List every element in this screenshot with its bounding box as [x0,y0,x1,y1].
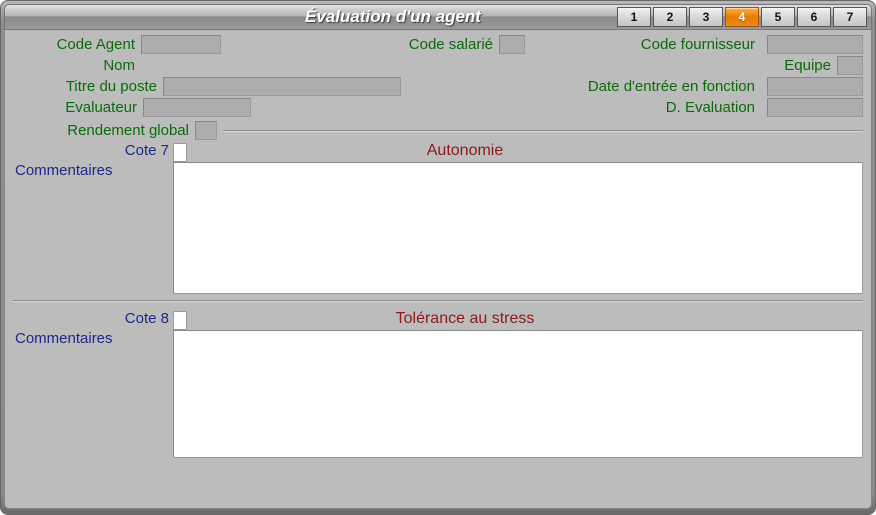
label-cote-7: Cote 7 [13,142,173,159]
row-titre: Titre du poste Date d'entrée en fonction [13,77,863,96]
input-code-salarie[interactable] [499,35,525,54]
tab-6[interactable]: 6 [797,7,831,27]
form-body: Code Agent Code salarié Code fournisseur… [4,30,872,509]
tab-4[interactable]: 4 [725,7,759,27]
window-title: Évaluation d'un agent [305,7,481,27]
label-cote-8: Cote 8 [13,310,173,327]
section-tolerance-stress: Cote 8 Tolérance au stress Commentaires [13,310,863,458]
label-code-agent: Code Agent [13,36,141,53]
input-d-evaluation[interactable] [767,98,863,117]
section-separator [13,300,863,302]
textarea-commentaires-7[interactable] [173,162,863,294]
input-cote-7[interactable] [173,143,187,162]
input-code-agent[interactable] [141,35,221,54]
label-code-salarie: Code salarié [389,36,499,53]
input-date-entree[interactable] [767,77,863,96]
label-rendement-global: Rendement global [13,122,195,139]
input-code-fournisseur[interactable] [767,35,863,54]
label-titre-poste: Titre du poste [13,78,163,95]
section-title-tolerance: Tolérance au stress [187,310,863,328]
row-evaluateur: Evaluateur D. Evaluation [13,98,863,117]
row-nom: Nom Equipe [13,56,863,75]
label-date-entree: Date d'entrée en fonction [588,78,761,95]
input-rendement-global[interactable] [195,121,217,140]
row-codes: Code Agent Code salarié Code fournisseur [13,35,863,54]
label-commentaires-7: Commentaires [13,162,173,179]
tab-3[interactable]: 3 [689,7,723,27]
window-frame: Évaluation d'un agent 1 2 3 4 5 6 7 Code… [0,0,876,515]
textarea-commentaires-8[interactable] [173,330,863,458]
section-autonomie: Cote 7 Autonomie Commentaires [13,142,863,294]
tab-7[interactable]: 7 [833,7,867,27]
label-evaluateur: Evaluateur [13,99,143,116]
input-equipe[interactable] [837,56,863,75]
tab-2[interactable]: 2 [653,7,687,27]
input-titre-poste[interactable] [163,77,401,96]
tab-5[interactable]: 5 [761,7,795,27]
separator-line [223,130,863,132]
label-equipe: Equipe [784,57,837,74]
page-tabs: 1 2 3 4 5 6 7 [617,7,867,27]
section-title-autonomie: Autonomie [187,142,863,160]
label-commentaires-8: Commentaires [13,330,173,347]
titlebar: Évaluation d'un agent 1 2 3 4 5 6 7 [4,4,872,30]
input-cote-8[interactable] [173,311,187,330]
row-rendement: Rendement global [13,121,863,140]
evaluation-sections: Cote 7 Autonomie Commentaires Cote [13,142,863,458]
label-d-evaluation: D. Evaluation [666,99,761,116]
input-evaluateur[interactable] [143,98,251,117]
label-nom: Nom [13,57,141,74]
tab-1[interactable]: 1 [617,7,651,27]
label-code-fournisseur: Code fournisseur [545,36,761,53]
